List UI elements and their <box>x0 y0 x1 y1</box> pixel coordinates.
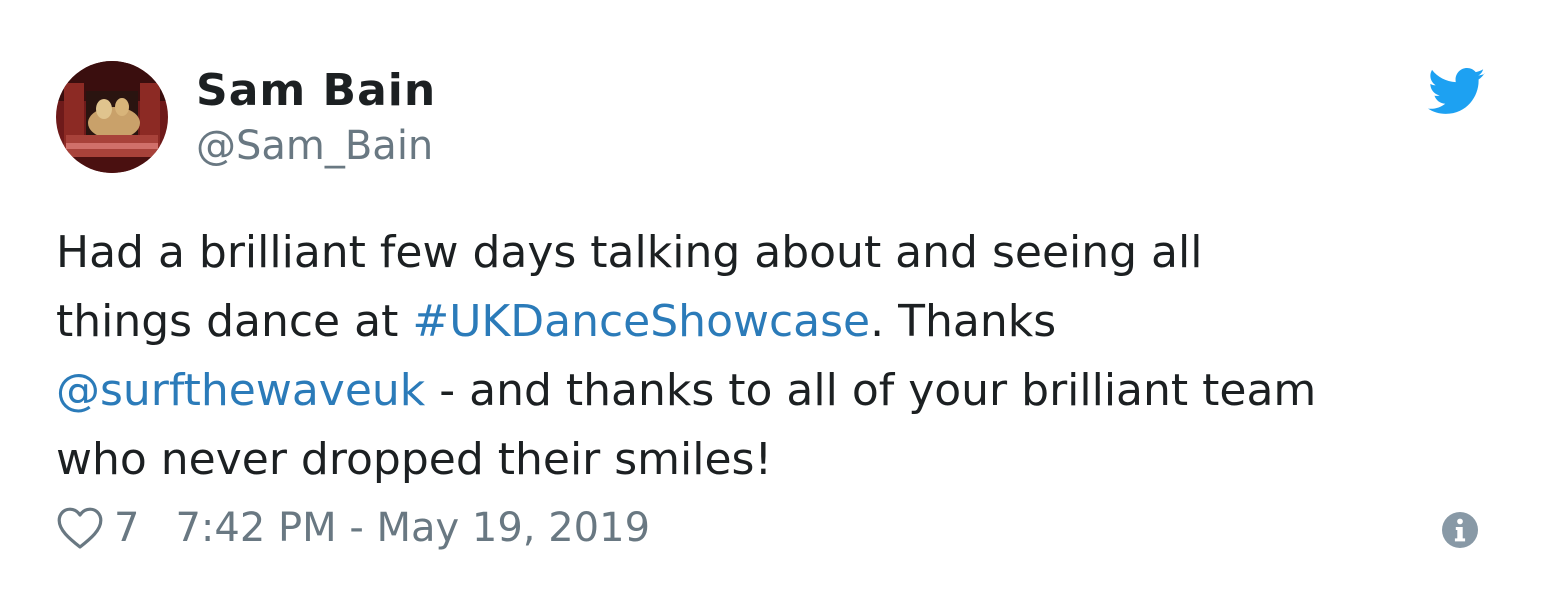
author-name[interactable]: Sam Bain <box>196 64 436 118</box>
tweet-text: Had a brilliant few days talking about a… <box>56 218 1496 494</box>
tweet-text-segment: . Thanks <box>870 296 1057 347</box>
info-icon[interactable] <box>1442 512 1478 548</box>
heart-icon <box>57 507 103 549</box>
like-count: 7 <box>114 505 140 551</box>
tweet-line: things dance at #UKDanceShowcase. Thanks <box>56 287 1496 356</box>
like-button[interactable]: 7 <box>56 505 139 551</box>
tweet-text-segment: - and thanks to all of your brilliant te… <box>425 365 1317 416</box>
tweet-line: Had a brilliant few days talking about a… <box>56 218 1496 287</box>
tweet-timestamp[interactable]: 7:42 PM - May 19, 2019 <box>175 505 650 551</box>
tweet-line: @surfthewaveuk - and thanks to all of yo… <box>56 356 1496 425</box>
avatar-image <box>56 61 168 173</box>
hashtag-link[interactable]: #UKDanceShowcase <box>412 296 870 347</box>
tweet-text-segment: Had a brilliant few days talking about a… <box>56 227 1203 278</box>
tweet-line: who never dropped their smiles! <box>56 425 1496 494</box>
avatar[interactable] <box>56 61 168 173</box>
twitter-bird-icon[interactable] <box>1428 68 1486 116</box>
author-handle[interactable]: @Sam_Bain <box>196 120 433 172</box>
mention-link[interactable]: @surfthewaveuk <box>56 365 425 416</box>
tweet-text-segment: things dance at <box>56 296 413 347</box>
tweet-footer: 7 7:42 PM - May 19, 2019 <box>56 500 650 556</box>
tweet-card: Sam Bain @Sam_Bain Had a brilliant few d… <box>0 0 1549 591</box>
tweet-text-segment: who never dropped their smiles! <box>56 434 773 485</box>
